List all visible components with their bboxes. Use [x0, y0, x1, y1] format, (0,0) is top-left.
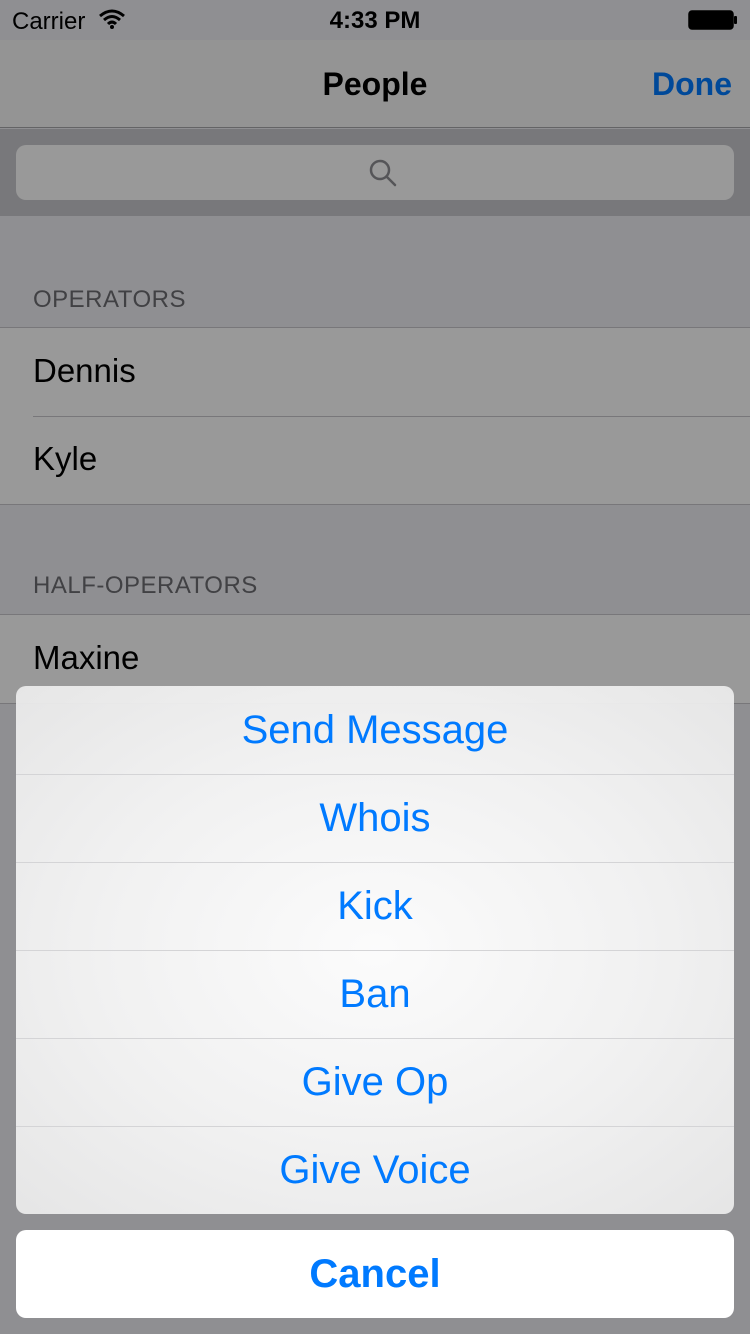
whois-button[interactable]: Whois	[16, 774, 734, 862]
action-sheet: Send Message Whois Kick Ban Give Op Give…	[16, 686, 734, 1214]
kick-button[interactable]: Kick	[16, 862, 734, 950]
ban-button[interactable]: Ban	[16, 950, 734, 1038]
cancel-button[interactable]: Cancel	[16, 1230, 734, 1318]
send-message-button[interactable]: Send Message	[16, 686, 734, 774]
give-op-button[interactable]: Give Op	[16, 1038, 734, 1126]
give-voice-button[interactable]: Give Voice	[16, 1126, 734, 1214]
